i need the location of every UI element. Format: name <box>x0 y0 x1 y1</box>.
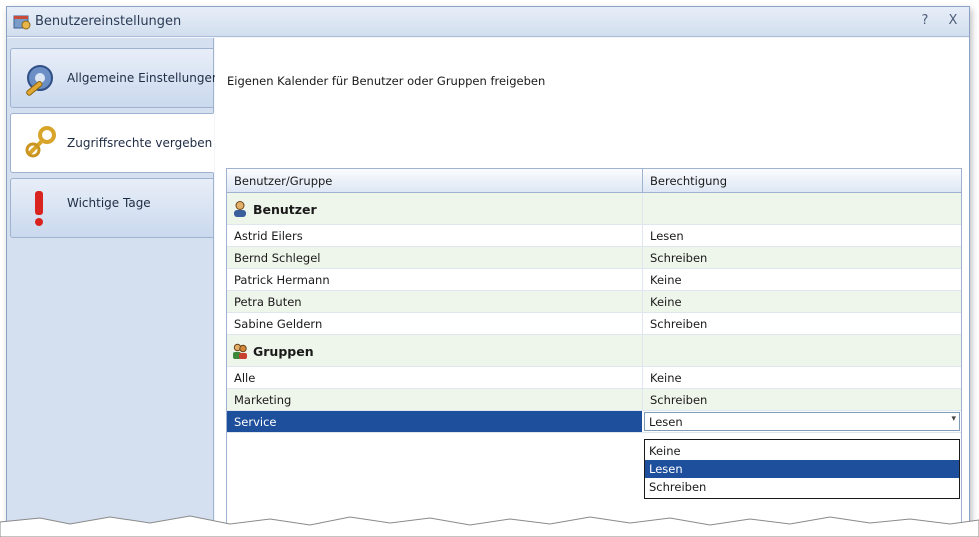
column-header-berechtigung[interactable]: Berechtigung <box>650 174 727 188</box>
cell-divider <box>642 335 643 366</box>
page-title: Eigenen Kalender für Benutzer oder Grupp… <box>227 74 546 88</box>
title-bar: Benutzereinstellungen ? X <box>7 7 969 37</box>
table-row[interactable]: Patrick Hermann Keine <box>227 269 961 291</box>
cell-divider <box>642 313 643 334</box>
group-label: Gruppen <box>253 344 314 359</box>
group-name: Service <box>234 415 277 429</box>
close-button[interactable]: X <box>945 13 961 28</box>
calendar-settings-icon <box>13 15 31 30</box>
permission-value[interactable]: Lesen <box>650 229 684 243</box>
dropdown-option-schreiben[interactable]: Schreiben <box>645 478 959 496</box>
combobox-value: Lesen <box>649 415 683 429</box>
permission-combobox[interactable]: Lesen ▾ <box>644 412 960 431</box>
user-name: Sabine Geldern <box>234 317 323 331</box>
group-row-benutzer[interactable]: Benutzer <box>227 193 961 225</box>
torn-edge-decoration <box>0 515 979 537</box>
permission-value[interactable]: Keine <box>650 295 682 309</box>
table-row[interactable]: Alle Keine <box>227 367 961 389</box>
user-name: Astrid Eilers <box>234 229 303 243</box>
permission-value[interactable]: Schreiben <box>650 317 707 331</box>
sidebar-item-label: Zugriffsrechte vergeben <box>67 136 213 150</box>
gear-wrench-icon <box>26 65 53 96</box>
permission-value[interactable]: Schreiben <box>650 393 707 407</box>
settings-window: Benutzereinstellungen ? X Allgemeine Ein… <box>6 6 970 530</box>
content-panel: Eigenen Kalender für Benutzer oder Grupp… <box>215 38 969 529</box>
user-name: Patrick Hermann <box>234 273 330 287</box>
table-row[interactable]: Petra Buten Keine <box>227 291 961 313</box>
group-name: Marketing <box>234 393 292 407</box>
grid-header: Benutzer/Gruppe Berechtigung <box>227 169 961 193</box>
sidebar-item-zugriffsrechte-vergeben[interactable]: Zugriffsrechte vergeben <box>10 113 214 173</box>
option-label: Keine <box>649 444 681 458</box>
column-divider <box>642 169 643 193</box>
help-button[interactable]: ? <box>917 13 933 28</box>
sidebar-item-label: Allgemeine Einstellungen <box>67 71 220 85</box>
permission-value[interactable]: Schreiben <box>650 251 707 265</box>
selection-highlight <box>227 411 642 432</box>
permission-value[interactable]: Keine <box>650 371 682 385</box>
permission-value[interactable]: Keine <box>650 273 682 287</box>
sidebar-item-allgemeine-einstellungen[interactable]: Allgemeine Einstellungen <box>10 48 219 108</box>
table-row-selected[interactable]: Service Lesen ▾ <box>227 411 961 433</box>
permissions-grid: Benutzer/Gruppe Berechtigung Benutzer As… <box>226 168 962 529</box>
sidebar-item-label: Wichtige Tage <box>67 196 151 210</box>
cell-divider <box>642 367 643 388</box>
sidebar: Allgemeine Einstellungen Zugriffsrechte … <box>7 38 219 529</box>
group-label: Benutzer <box>253 202 317 217</box>
group-name: Alle <box>234 371 256 385</box>
option-label: Lesen <box>649 462 683 476</box>
option-label: Schreiben <box>649 480 707 494</box>
user-name: Bernd Schlegel <box>234 251 321 265</box>
window-title: Benutzereinstellungen <box>35 14 182 29</box>
sidebar-item-wichtige-tage[interactable]: Wichtige Tage <box>10 178 214 238</box>
cell-divider <box>642 247 643 268</box>
group-icon <box>233 343 247 359</box>
group-row-gruppen[interactable]: Gruppen <box>227 335 961 367</box>
permission-dropdown-list: Keine Lesen Schreiben <box>644 439 960 499</box>
cell-divider <box>642 193 643 224</box>
table-row[interactable]: Bernd Schlegel Schreiben <box>227 247 961 269</box>
cell-divider <box>642 389 643 410</box>
user-name: Petra Buten <box>234 295 302 309</box>
table-row[interactable]: Marketing Schreiben <box>227 389 961 411</box>
cell-divider <box>642 225 643 246</box>
dropdown-option-lesen[interactable]: Lesen <box>645 460 959 478</box>
user-icon <box>234 201 246 217</box>
cell-divider <box>642 269 643 290</box>
dropdown-option-keine[interactable]: Keine <box>645 442 959 460</box>
exclamation-icon <box>35 191 43 226</box>
table-row[interactable]: Sabine Geldern Schreiben <box>227 313 961 335</box>
table-row[interactable]: Astrid Eilers Lesen <box>227 225 961 247</box>
keys-icon <box>25 126 56 158</box>
column-header-benutzer-gruppe[interactable]: Benutzer/Gruppe <box>234 174 332 188</box>
chevron-down-icon[interactable]: ▾ <box>951 414 956 424</box>
cell-divider <box>642 291 643 312</box>
